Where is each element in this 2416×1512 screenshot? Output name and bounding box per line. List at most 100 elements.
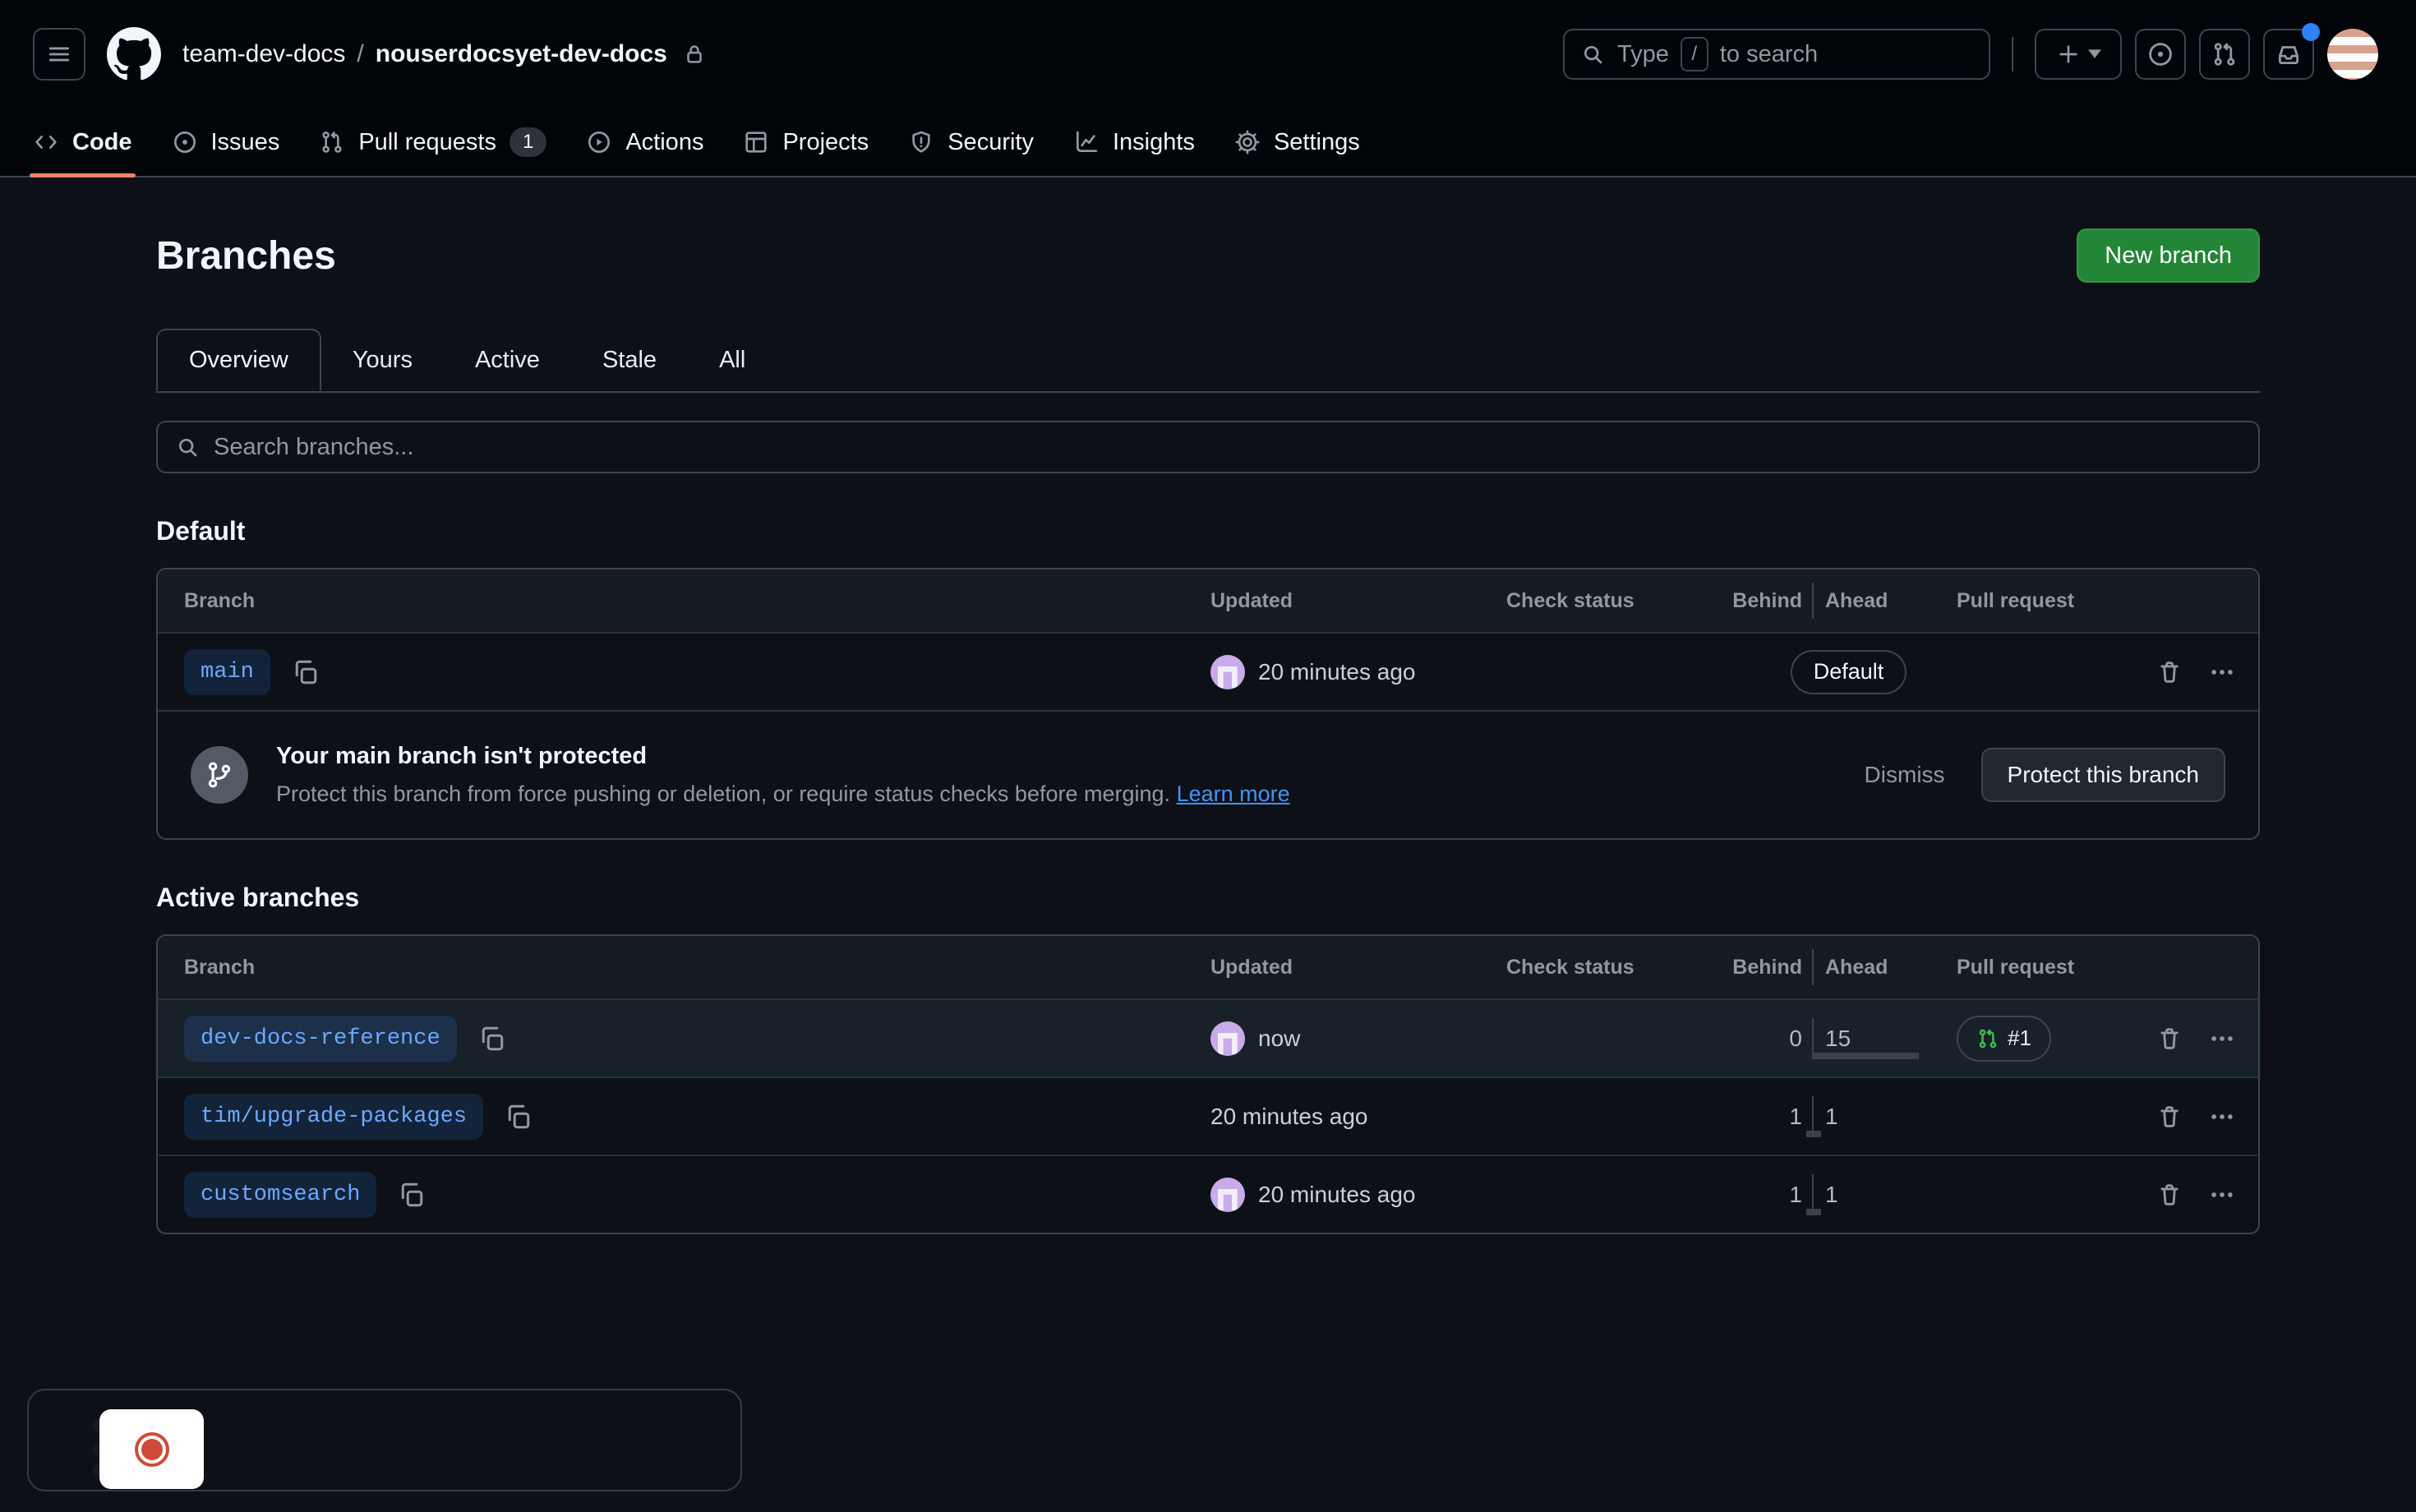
trash-icon[interactable]: [2155, 1025, 2183, 1053]
kebab-menu-icon[interactable]: [2208, 1103, 2236, 1131]
learn-more-link[interactable]: Learn more: [1177, 781, 1290, 806]
trash-icon[interactable]: [2155, 1181, 2183, 1209]
column-pull-request: Pull request: [1957, 569, 2155, 632]
pull-request-icon: [1976, 1027, 1999, 1050]
git-branch-icon: [191, 746, 248, 804]
nav-tab-security[interactable]: Security: [888, 108, 1054, 176]
issue-opened-icon: [172, 129, 198, 155]
kebab-menu-icon[interactable]: [2208, 1181, 2236, 1209]
plus-icon: [2055, 41, 2082, 67]
avatar[interactable]: [1210, 1021, 1245, 1056]
check-status-cell: [1506, 1078, 1741, 1155]
create-new-button[interactable]: [2035, 29, 2122, 80]
copy-icon[interactable]: [396, 1180, 426, 1210]
nav-tab-code[interactable]: Code: [13, 108, 152, 176]
tab-active[interactable]: Active: [444, 329, 571, 391]
kebab-menu-icon[interactable]: [2208, 658, 2236, 686]
updated-label[interactable]: now: [1258, 1026, 1300, 1052]
updated-label[interactable]: 20 minutes ago: [1210, 1104, 1367, 1130]
trash-icon[interactable]: [2155, 1103, 2183, 1131]
kebab-menu-icon[interactable]: [2208, 1025, 2236, 1053]
hamburger-menu-button[interactable]: [33, 28, 85, 81]
issues-global-button[interactable]: [2135, 29, 2186, 80]
gear-icon: [1234, 129, 1261, 155]
nav-tab-settings[interactable]: Settings: [1215, 108, 1380, 176]
nav-tab-issues[interactable]: Issues: [152, 108, 300, 176]
copy-icon[interactable]: [503, 1102, 533, 1132]
ahead-bar: [1814, 1209, 1821, 1215]
table-row[interactable]: tim/upgrade-packages 20 minutes ago 1 1: [158, 1076, 2258, 1155]
avatar[interactable]: [1210, 1178, 1245, 1212]
column-branch: Branch: [158, 569, 1210, 632]
table-header-row: Branch Updated Check status Behind Ahead…: [158, 569, 2258, 632]
pull-request-cell: [1957, 1156, 2155, 1233]
tab-overview[interactable]: Overview: [156, 329, 321, 391]
github-logo-icon[interactable]: [107, 27, 161, 81]
branch-search-input[interactable]: [214, 434, 2242, 461]
breadcrumb-repo-link[interactable]: nouserdocsyet-dev-docs: [376, 40, 667, 68]
page-title: Branches: [156, 233, 336, 279]
inbox-icon: [2275, 40, 2303, 68]
banner-description: Protect this branch from force pushing o…: [276, 781, 1170, 806]
breadcrumb-org-link[interactable]: team-dev-docs: [182, 40, 345, 68]
default-branch-table: Branch Updated Check status Behind Ahead…: [156, 568, 2260, 840]
tab-all[interactable]: All: [688, 329, 777, 391]
slash-key-hint: /: [1681, 37, 1708, 71]
ahead-count: 15: [1825, 1026, 1851, 1052]
updated-label[interactable]: 20 minutes ago: [1258, 1182, 1415, 1208]
pull-request-cell: [1957, 1078, 2155, 1155]
nav-tab-label: Settings: [1274, 129, 1360, 156]
search-placeholder-prefix: Type: [1617, 41, 1669, 68]
hamburger-icon: [45, 40, 73, 68]
protect-this-branch-button[interactable]: Protect this branch: [1981, 748, 2225, 802]
user-avatar[interactable]: [2327, 29, 2378, 80]
table-row[interactable]: main 20 minutes ago Default: [158, 632, 2258, 710]
nav-tab-label: Insights: [1113, 129, 1195, 156]
active-section-heading: Active branches: [156, 883, 2260, 913]
new-branch-button[interactable]: New branch: [2077, 228, 2260, 283]
branch-link[interactable]: main: [184, 649, 270, 695]
global-search-input[interactable]: Type / to search: [1563, 29, 1990, 80]
caret-down-icon: [2088, 49, 2101, 59]
table-icon: [743, 129, 769, 155]
nav-tab-label: Security: [947, 129, 1034, 156]
branch-search-box: [156, 421, 2260, 473]
nav-tab-actions[interactable]: Actions: [566, 108, 723, 176]
banner-title: Your main branch isn't protected: [276, 743, 1837, 770]
branch-link[interactable]: dev-docs-reference: [184, 1016, 457, 1062]
tab-stale[interactable]: Stale: [571, 329, 688, 391]
branch-link[interactable]: tim/upgrade-packages: [184, 1094, 483, 1140]
pull-requests-global-button[interactable]: [2199, 29, 2250, 80]
copy-icon[interactable]: [477, 1024, 506, 1053]
pull-request-cell: [1957, 634, 2155, 710]
pull-request-icon: [319, 129, 345, 155]
breadcrumb-separator: /: [357, 40, 363, 68]
code-icon: [33, 129, 59, 155]
check-status-cell: [1506, 634, 1741, 710]
record-icon[interactable]: [135, 1432, 169, 1467]
column-check-status: Check status: [1506, 569, 1741, 632]
nav-tab-insights[interactable]: Insights: [1054, 108, 1215, 176]
shield-icon: [908, 129, 934, 155]
pull-request-badge[interactable]: #1: [1957, 1016, 2051, 1062]
behind-count: 0: [1789, 1026, 1802, 1052]
table-row[interactable]: customsearch 20 minutes ago 1 1: [158, 1155, 2258, 1233]
nav-tab-projects[interactable]: Projects: [723, 108, 888, 176]
avatar[interactable]: [1210, 655, 1245, 689]
nav-tab-label: Code: [72, 129, 132, 156]
updated-label[interactable]: 20 minutes ago: [1258, 659, 1415, 685]
column-updated: Updated: [1210, 569, 1506, 632]
dismiss-button[interactable]: Dismiss: [1865, 762, 1945, 788]
recorder-card[interactable]: [99, 1409, 204, 1489]
table-row[interactable]: dev-docs-reference now 0 15: [158, 998, 2258, 1076]
table-header-row: Branch Updated Check status Behind Ahead…: [158, 936, 2258, 998]
branch-link[interactable]: customsearch: [184, 1172, 376, 1218]
tab-yours[interactable]: Yours: [321, 329, 444, 391]
inbox-button[interactable]: [2263, 29, 2314, 80]
behind-count: 1: [1789, 1182, 1802, 1208]
copy-icon[interactable]: [290, 657, 320, 687]
column-behind: Behind: [1741, 569, 1814, 632]
nav-tab-pull-requests[interactable]: Pull requests 1: [299, 108, 566, 176]
trash-icon[interactable]: [2155, 658, 2183, 686]
pull-request-icon: [2211, 40, 2238, 68]
